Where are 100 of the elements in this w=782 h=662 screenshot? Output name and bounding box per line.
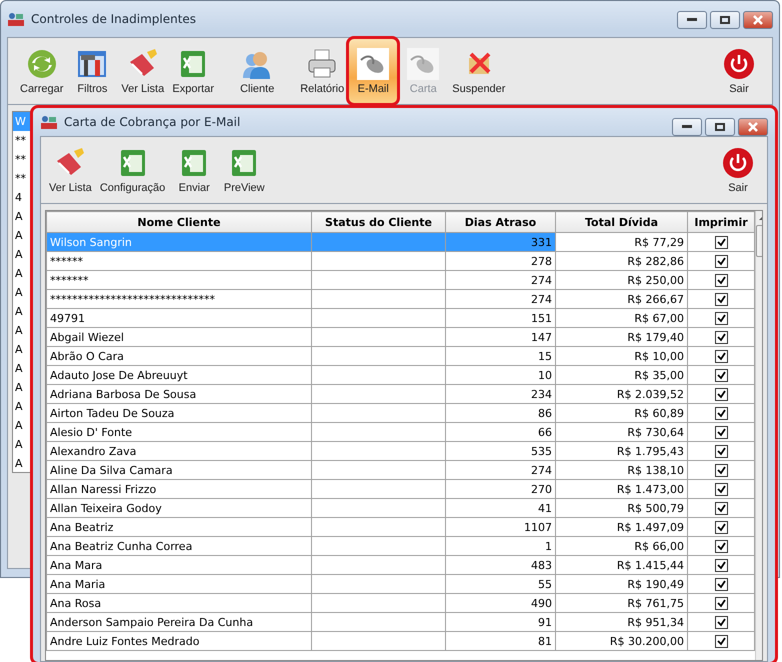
table-cell: Wilson Sangrin	[46, 232, 312, 252]
toolbar-button[interactable]: Ver Lista	[117, 38, 168, 104]
window-title: Controles de Inadimplentes	[31, 12, 196, 26]
table-cell: Airton Tadeu De Souza	[46, 404, 312, 422]
checkbox[interactable]	[714, 464, 728, 477]
column-header[interactable]: Imprimir	[688, 212, 754, 232]
checkbox[interactable]	[714, 482, 728, 496]
toolbar-button[interactable]: Cliente	[232, 38, 282, 104]
table-cell: R$ 951,34	[556, 612, 688, 632]
checkbox[interactable]	[714, 292, 728, 306]
maximize-icon	[720, 16, 730, 24]
toolbar-button[interactable]: PreView	[219, 137, 270, 203]
toolbar-button[interactable]: Enviar	[169, 137, 220, 203]
table-cell: 535	[446, 442, 556, 460]
toolbar-button[interactable]: Ver Lista	[45, 137, 96, 203]
minimize-button[interactable]	[672, 118, 702, 136]
table-cell: 86	[446, 404, 556, 422]
table-cell: R$ 266,67	[556, 290, 688, 308]
table-cell: *******	[46, 270, 312, 290]
table-cell: R$ 761,75	[556, 594, 688, 612]
checkbox[interactable]	[714, 540, 728, 553]
checkbox[interactable]	[714, 254, 728, 268]
column-header[interactable]: Nome Cliente	[46, 212, 312, 232]
checkbox[interactable]	[714, 634, 728, 648]
checkbox[interactable]	[714, 616, 728, 629]
app-icon	[40, 114, 58, 130]
table-cell: Ana Mara	[46, 556, 312, 574]
close-icon	[748, 122, 758, 132]
table-cell: 1	[446, 536, 556, 556]
table-cell: R$ 30.200,00	[556, 632, 688, 650]
table-cell: 147	[446, 328, 556, 346]
minimize-button[interactable]	[677, 11, 707, 29]
maximize-button[interactable]	[710, 11, 740, 29]
column-header[interactable]: Status do Cliente	[312, 212, 446, 232]
table-cell: 41	[446, 498, 556, 518]
table-cell: Adriana Barbosa De Sousa	[46, 384, 312, 404]
table-cell: Abgail Wiezel	[46, 328, 312, 346]
table-cell: Alexandro Zava	[46, 442, 312, 460]
refresh-icon	[26, 48, 58, 80]
toolbar-button[interactable]: Filtros	[67, 38, 118, 104]
mouse-icon	[357, 48, 390, 80]
table-cell: 49791	[46, 308, 312, 328]
close-icon	[753, 15, 763, 25]
table-cell: Alesio D' Fonte	[46, 422, 312, 442]
checkbox[interactable]	[714, 520, 728, 534]
checkbox[interactable]	[714, 406, 728, 420]
table-cell: R$ 500,79	[556, 498, 688, 518]
exit-button[interactable]: Sair	[713, 137, 763, 203]
table-cell: Anderson Sampaio Pereira Da Cunha	[46, 612, 312, 632]
table-cell: R$ 1.473,00	[556, 480, 688, 498]
table-cell: R$ 190,49	[556, 574, 688, 594]
close-button[interactable]	[738, 118, 768, 136]
toolbar-button[interactable]: Configuração	[96, 137, 170, 203]
checkbox[interactable]	[714, 426, 728, 439]
table-cell: 10	[446, 366, 556, 384]
table-cell: 274	[446, 460, 556, 480]
checkbox[interactable]	[714, 444, 728, 458]
checkbox[interactable]	[714, 368, 728, 382]
app-icon	[7, 11, 25, 27]
table-cell: R$ 66,00	[556, 536, 688, 556]
power-icon	[722, 146, 754, 178]
table-cell: 270	[446, 480, 556, 498]
column-header[interactable]: Total Dívida	[556, 212, 688, 232]
maximize-icon	[715, 123, 725, 131]
table-cell: 278	[446, 252, 556, 270]
table-cell: Ana Rosa	[46, 594, 312, 612]
toolbar-button[interactable]: Exportar	[168, 38, 218, 104]
checkbox[interactable]	[714, 274, 728, 287]
table-cell: 331	[446, 232, 556, 252]
checkbox[interactable]	[714, 388, 728, 401]
checkbox[interactable]	[714, 236, 728, 249]
exit-button[interactable]: Sair	[714, 38, 764, 104]
table-cell: R$ 10,00	[556, 346, 688, 366]
table-cell: 274	[446, 290, 556, 308]
toolbar-button[interactable]: E-Mail	[348, 38, 398, 104]
table-cell: Allan Naressi Frizzo	[46, 480, 312, 498]
table-cell: R$ 60,89	[556, 404, 688, 422]
power-icon	[723, 48, 755, 80]
checkbox[interactable]	[714, 330, 728, 344]
checkbox[interactable]	[714, 596, 728, 610]
dialog-title: Carta de Cobrança por E-Mail	[64, 115, 240, 129]
maximize-button[interactable]	[705, 118, 735, 136]
table-cell: ******************************	[46, 290, 312, 308]
toolbar-button[interactable]: Suspender	[448, 38, 510, 104]
table-cell: 234	[446, 384, 556, 404]
table-cell: 274	[446, 270, 556, 290]
checkbox[interactable]	[714, 558, 728, 572]
table-cell: R$ 138,10	[556, 460, 688, 480]
close-button[interactable]	[743, 11, 773, 29]
checkbox[interactable]	[714, 312, 728, 325]
table-cell: R$ 1.795,43	[556, 442, 688, 460]
table-cell: Adauto Jose De Abreuuyt	[46, 366, 312, 384]
toolbar-button[interactable]: Carregar	[16, 38, 68, 104]
checkbox[interactable]	[714, 350, 728, 363]
column-header[interactable]: Dias Atraso	[446, 212, 556, 232]
table-cell: R$ 2.039,52	[556, 384, 688, 404]
table-cell: ******	[46, 252, 312, 270]
checkbox[interactable]	[714, 502, 728, 515]
printer-icon	[306, 48, 338, 80]
checkbox[interactable]	[714, 578, 728, 591]
